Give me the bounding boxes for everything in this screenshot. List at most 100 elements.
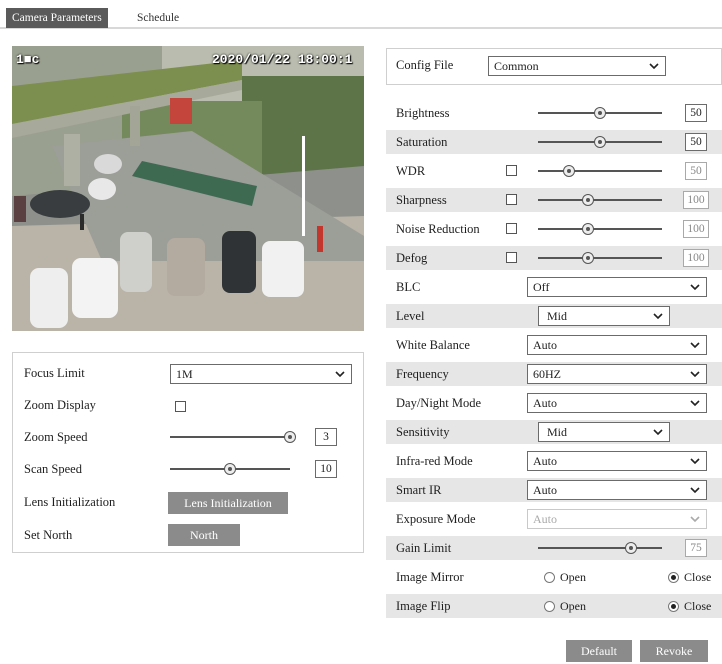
zoom-speed-label: Zoom Speed <box>24 430 88 444</box>
sharpness-slider[interactable] <box>538 194 662 206</box>
image-mirror-open-radio[interactable] <box>544 572 555 583</box>
tab-camera-parameters[interactable]: Camera Parameters <box>6 8 108 28</box>
chevron-down-icon <box>653 429 663 436</box>
noise-reduction-enable-checkbox[interactable] <box>506 223 517 234</box>
image-flip-open-label: Open <box>560 599 586 613</box>
image-flip-open-radio[interactable] <box>544 601 555 612</box>
slider-handle[interactable] <box>594 107 606 119</box>
chevron-down-icon <box>690 400 700 407</box>
sharpness-enable-checkbox[interactable] <box>506 194 517 205</box>
sharpness-label: Sharpness <box>396 193 447 207</box>
slider-handle[interactable] <box>563 165 575 177</box>
slider-handle[interactable] <box>284 431 296 443</box>
wdr-value: 50 <box>685 162 707 180</box>
lens-initialization-label: Lens Initialization <box>24 495 116 509</box>
sharpness-row: Sharpness 100 <box>386 188 722 212</box>
defog-label: Defog <box>396 251 428 265</box>
infrared-mode-value: Auto <box>533 454 557 468</box>
chevron-down-icon <box>653 313 663 320</box>
wdr-label: WDR <box>396 164 426 178</box>
slider-handle[interactable] <box>581 194 594 206</box>
sensitivity-label: Sensitivity <box>396 425 450 439</box>
image-flip-close-radio[interactable] <box>668 601 679 612</box>
exposure-mode-value: Auto <box>533 512 557 526</box>
lens-initialization-button[interactable]: Lens Initialization <box>168 492 288 514</box>
slider-handle[interactable] <box>581 252 594 264</box>
scan-speed-label: Scan Speed <box>24 462 82 476</box>
white-balance-row: White Balance Auto <box>386 333 722 357</box>
live-video-preview: 1■c 2020/01/22 18:00:1 <box>12 46 364 331</box>
revoke-button[interactable]: Revoke <box>640 640 708 662</box>
level-select[interactable]: Mid <box>538 306 670 326</box>
defog-enable-checkbox[interactable] <box>506 252 517 263</box>
frequency-select[interactable]: 60HZ <box>527 364 707 384</box>
default-button[interactable]: Default <box>566 640 632 662</box>
north-button[interactable]: North <box>168 524 240 546</box>
smart-ir-select[interactable]: Auto <box>527 480 707 500</box>
defog-slider[interactable] <box>538 252 662 264</box>
chevron-down-icon <box>690 487 700 494</box>
zoom-display-checkbox[interactable] <box>175 401 186 412</box>
exposure-mode-select[interactable]: Auto <box>527 509 707 529</box>
wdr-slider[interactable] <box>538 165 662 177</box>
day-night-mode-label: Day/Night Mode <box>396 396 482 410</box>
defog-value: 100 <box>683 249 709 267</box>
focus-limit-value: 1M <box>176 367 193 381</box>
tab-schedule[interactable]: Schedule <box>131 8 185 28</box>
saturation-slider[interactable] <box>538 136 662 148</box>
brightness-slider[interactable] <box>538 107 662 119</box>
chevron-down-icon <box>649 63 659 70</box>
smart-ir-row: Smart IR Auto <box>386 478 722 502</box>
saturation-label: Saturation <box>396 135 448 149</box>
wdr-row: WDR 50 <box>386 159 722 183</box>
blc-label: BLC <box>396 280 421 294</box>
zoom-display-label: Zoom Display <box>24 398 96 412</box>
config-file-label: Config File <box>396 58 454 72</box>
brightness-label: Brightness <box>396 106 450 120</box>
slider-track <box>538 199 662 201</box>
zoom-speed-slider[interactable] <box>170 431 296 443</box>
saturation-value: 50 <box>685 133 707 151</box>
image-flip-close-label: Close <box>684 599 712 613</box>
slider-handle[interactable] <box>594 136 606 148</box>
image-mirror-close-label: Close <box>684 570 712 584</box>
config-file-value: Common <box>494 59 539 73</box>
noise-reduction-row: Noise Reduction 100 <box>386 217 722 241</box>
infrared-mode-row: Infra-red Mode Auto <box>386 449 722 473</box>
blc-select[interactable]: Off <box>527 277 707 297</box>
saturation-row: Saturation 50 <box>386 130 722 154</box>
slider-handle[interactable] <box>625 542 637 554</box>
brightness-value: 50 <box>685 104 707 122</box>
frequency-value: 60HZ <box>533 367 561 381</box>
image-mirror-close-radio[interactable] <box>668 572 679 583</box>
slider-handle[interactable] <box>224 463 236 475</box>
frequency-label: Frequency <box>396 367 449 381</box>
image-flip-label: Image Flip <box>396 599 451 613</box>
focus-limit-select[interactable]: 1M <box>170 364 352 384</box>
day-night-mode-select[interactable]: Auto <box>527 393 707 413</box>
sensitivity-select[interactable]: Mid <box>538 422 670 442</box>
osd-timestamp: 2020/01/22 18:00:1 <box>212 52 353 67</box>
sensitivity-value: Mid <box>547 425 568 439</box>
slider-handle[interactable] <box>581 223 594 235</box>
frequency-row: Frequency 60HZ <box>386 362 722 386</box>
noise-reduction-slider[interactable] <box>538 223 662 235</box>
osd-channel-label: 1■c <box>16 52 40 67</box>
slider-track <box>538 547 662 549</box>
wdr-enable-checkbox[interactable] <box>506 165 517 176</box>
day-night-mode-row: Day/Night Mode Auto <box>386 391 722 415</box>
white-balance-select[interactable]: Auto <box>527 335 707 355</box>
gain-limit-row: Gain Limit 75 <box>386 536 722 560</box>
infrared-mode-select[interactable]: Auto <box>527 451 707 471</box>
tab-bar-divider <box>0 27 722 29</box>
exposure-mode-row: Exposure Mode Auto <box>386 507 722 531</box>
slider-track <box>538 228 662 230</box>
chevron-down-icon <box>690 458 700 465</box>
gain-limit-slider[interactable] <box>538 542 662 554</box>
sharpness-value: 100 <box>683 191 709 209</box>
image-mirror-row: Image Mirror Open Close <box>386 565 722 589</box>
level-row: Level Mid <box>386 304 722 328</box>
day-night-mode-value: Auto <box>533 396 557 410</box>
config-file-select[interactable]: Common <box>488 56 666 76</box>
scan-speed-slider[interactable] <box>170 463 290 475</box>
